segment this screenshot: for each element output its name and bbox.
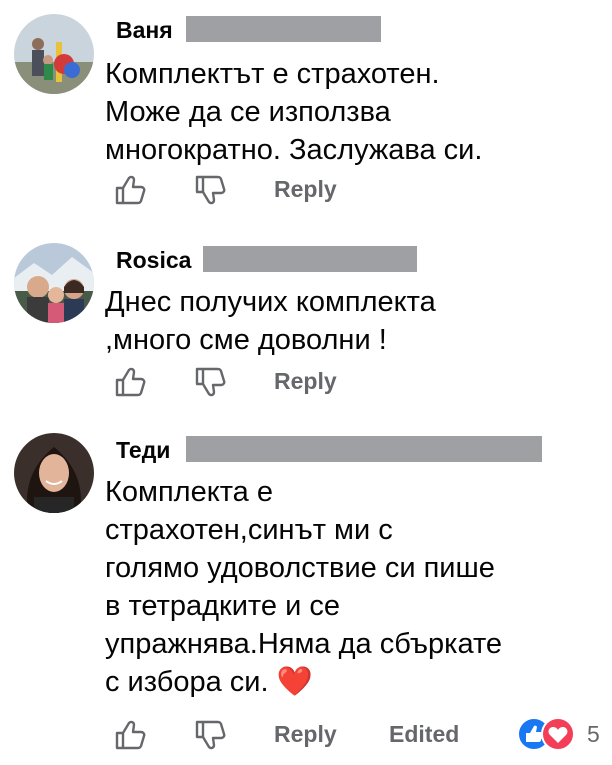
comment-author[interactable]: Теди	[116, 436, 170, 464]
thumbs-down-icon[interactable]	[193, 173, 227, 207]
redacted-surname	[186, 16, 381, 42]
comment-actions: Reply	[113, 173, 608, 213]
reply-button[interactable]: Reply	[274, 176, 337, 203]
reaction-count: 5	[587, 721, 600, 747]
reactions-summary[interactable]: 5	[516, 716, 606, 752]
avatar-photo	[14, 243, 94, 323]
reply-button[interactable]: Reply	[274, 721, 337, 748]
reaction-icons	[517, 717, 575, 751]
edited-label: Edited	[389, 721, 460, 747]
thumbs-up-icon[interactable]	[113, 173, 147, 207]
comment-1: Ваня Комплектът е страхотен. Може да се …	[0, 0, 612, 230]
comment-text: Комплектът е страхотен. Може да се изпол…	[105, 58, 483, 166]
comment-author[interactable]: Ваня	[116, 16, 173, 44]
redacted-surname	[186, 436, 542, 462]
avatar[interactable]	[14, 243, 94, 323]
thumbs-down-icon[interactable]	[193, 365, 227, 399]
avatar-photo	[14, 433, 94, 513]
avatar-photo	[14, 14, 94, 94]
comment-3: Теди Комплекта е страхотен,синът ми с го…	[0, 420, 612, 765]
reply-button[interactable]: Reply	[274, 368, 337, 395]
comment-text: Комплекта е страхотен,синът ми с голямо …	[105, 476, 503, 698]
comment-text: Днес получих комплекта ,много сме доволн…	[105, 286, 436, 356]
love-reaction-icon	[541, 717, 575, 751]
thumbs-up-icon[interactable]	[113, 365, 147, 399]
avatar[interactable]	[14, 433, 94, 513]
thumbs-up-icon[interactable]	[113, 718, 147, 752]
redacted-surname	[203, 246, 417, 272]
comment-author[interactable]: Rosica	[116, 246, 191, 274]
comment-actions: Reply	[113, 365, 608, 405]
thumbs-down-icon[interactable]	[193, 718, 227, 752]
comment-actions: Reply Edited 5	[113, 716, 608, 758]
comment-2: Rosica Днес получих комплекта ,много сме…	[0, 230, 612, 420]
avatar[interactable]	[14, 14, 94, 94]
